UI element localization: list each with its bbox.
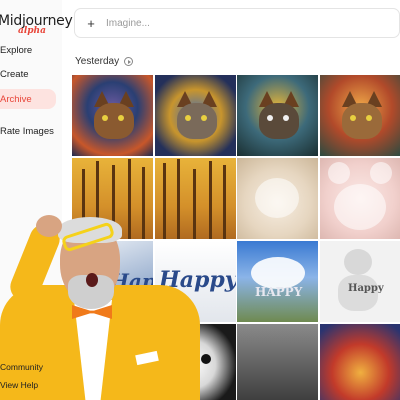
gallery-image[interactable]: HAPPY [237, 241, 318, 322]
sidebar-item-label: Rate Images [0, 125, 54, 137]
gallery-image[interactable] [320, 158, 400, 239]
gallery-image[interactable]: Happy [320, 241, 400, 322]
gallery-image[interactable] [320, 75, 400, 156]
imagine-bar[interactable]: + [74, 8, 400, 38]
section-title: Yesterday [75, 56, 120, 67]
gallery-image[interactable] [237, 158, 318, 239]
sidebar-item-label: Create [0, 68, 29, 80]
fluffy-shape [255, 178, 299, 218]
tree [163, 163, 166, 239]
tree [112, 165, 115, 239]
section-header: Yesterday [75, 56, 134, 67]
sidebar-item-label: Community [0, 362, 43, 372]
figure-head [344, 249, 372, 275]
tree [142, 167, 145, 239]
gallery-image[interactable] [155, 158, 236, 239]
sidebar-item-view-help[interactable]: View Help [0, 380, 38, 390]
cat-head [259, 103, 299, 139]
tree [209, 161, 212, 239]
sidebar-item-label: Explore [0, 44, 33, 56]
happy-text: Happy [348, 283, 384, 294]
imagine-input[interactable] [106, 17, 306, 29]
cat-head [94, 103, 134, 139]
cat-eye [201, 354, 211, 364]
fluffy-ear [328, 162, 350, 184]
plus-icon[interactable]: + [84, 16, 98, 31]
cat-eye [350, 115, 356, 121]
sidebar: Midjourney alpha Explore Create Archive … [0, 0, 73, 400]
cat-head [177, 103, 217, 139]
sidebar-item-label: Archive [0, 93, 32, 105]
gallery-image[interactable]: Happy [155, 241, 236, 322]
gallery-image[interactable] [155, 75, 236, 156]
app-logo[interactable]: Midjourney alpha [0, 13, 73, 37]
tree [193, 169, 196, 239]
sidebar-item-label: View Help [0, 380, 39, 390]
happy-text: HAPPY [255, 285, 303, 299]
sidebar-item-explore[interactable]: Explore [0, 40, 32, 60]
logo-subtext: alpha [18, 26, 46, 36]
tree [177, 159, 180, 239]
sidebar-item-archive[interactable]: Archive [0, 89, 56, 109]
cat-eye [267, 115, 273, 121]
gallery-image[interactable]: Happy [72, 241, 153, 322]
tree [82, 169, 85, 239]
cat-eye [366, 115, 372, 121]
sidebar-item-create[interactable]: Create [0, 64, 29, 84]
gallery-image[interactable] [237, 75, 318, 156]
happy-text: Happy [159, 267, 236, 293]
cat-eye [102, 115, 108, 121]
play-icon[interactable] [124, 57, 134, 66]
gallery-image[interactable] [72, 158, 153, 239]
fluffy-shape [334, 184, 386, 230]
sidebar-item-community[interactable]: Community [0, 362, 43, 372]
sidebar-item-rate-images[interactable]: Rate Images [0, 121, 54, 141]
tree [223, 165, 226, 239]
tree [96, 161, 99, 239]
gallery-image[interactable] [237, 324, 318, 400]
cat-head [342, 103, 382, 139]
fluffy-ear [370, 162, 392, 184]
cat-eye [185, 354, 195, 364]
cat-eye [283, 115, 289, 121]
gallery-image[interactable] [155, 324, 236, 400]
gallery-image[interactable] [72, 75, 153, 156]
cat-eye [185, 115, 191, 121]
cat-eye [201, 115, 207, 121]
gallery-image[interactable] [320, 324, 400, 400]
cat-eye [118, 115, 124, 121]
happy-text: Happy [110, 269, 153, 293]
tree [128, 159, 131, 239]
